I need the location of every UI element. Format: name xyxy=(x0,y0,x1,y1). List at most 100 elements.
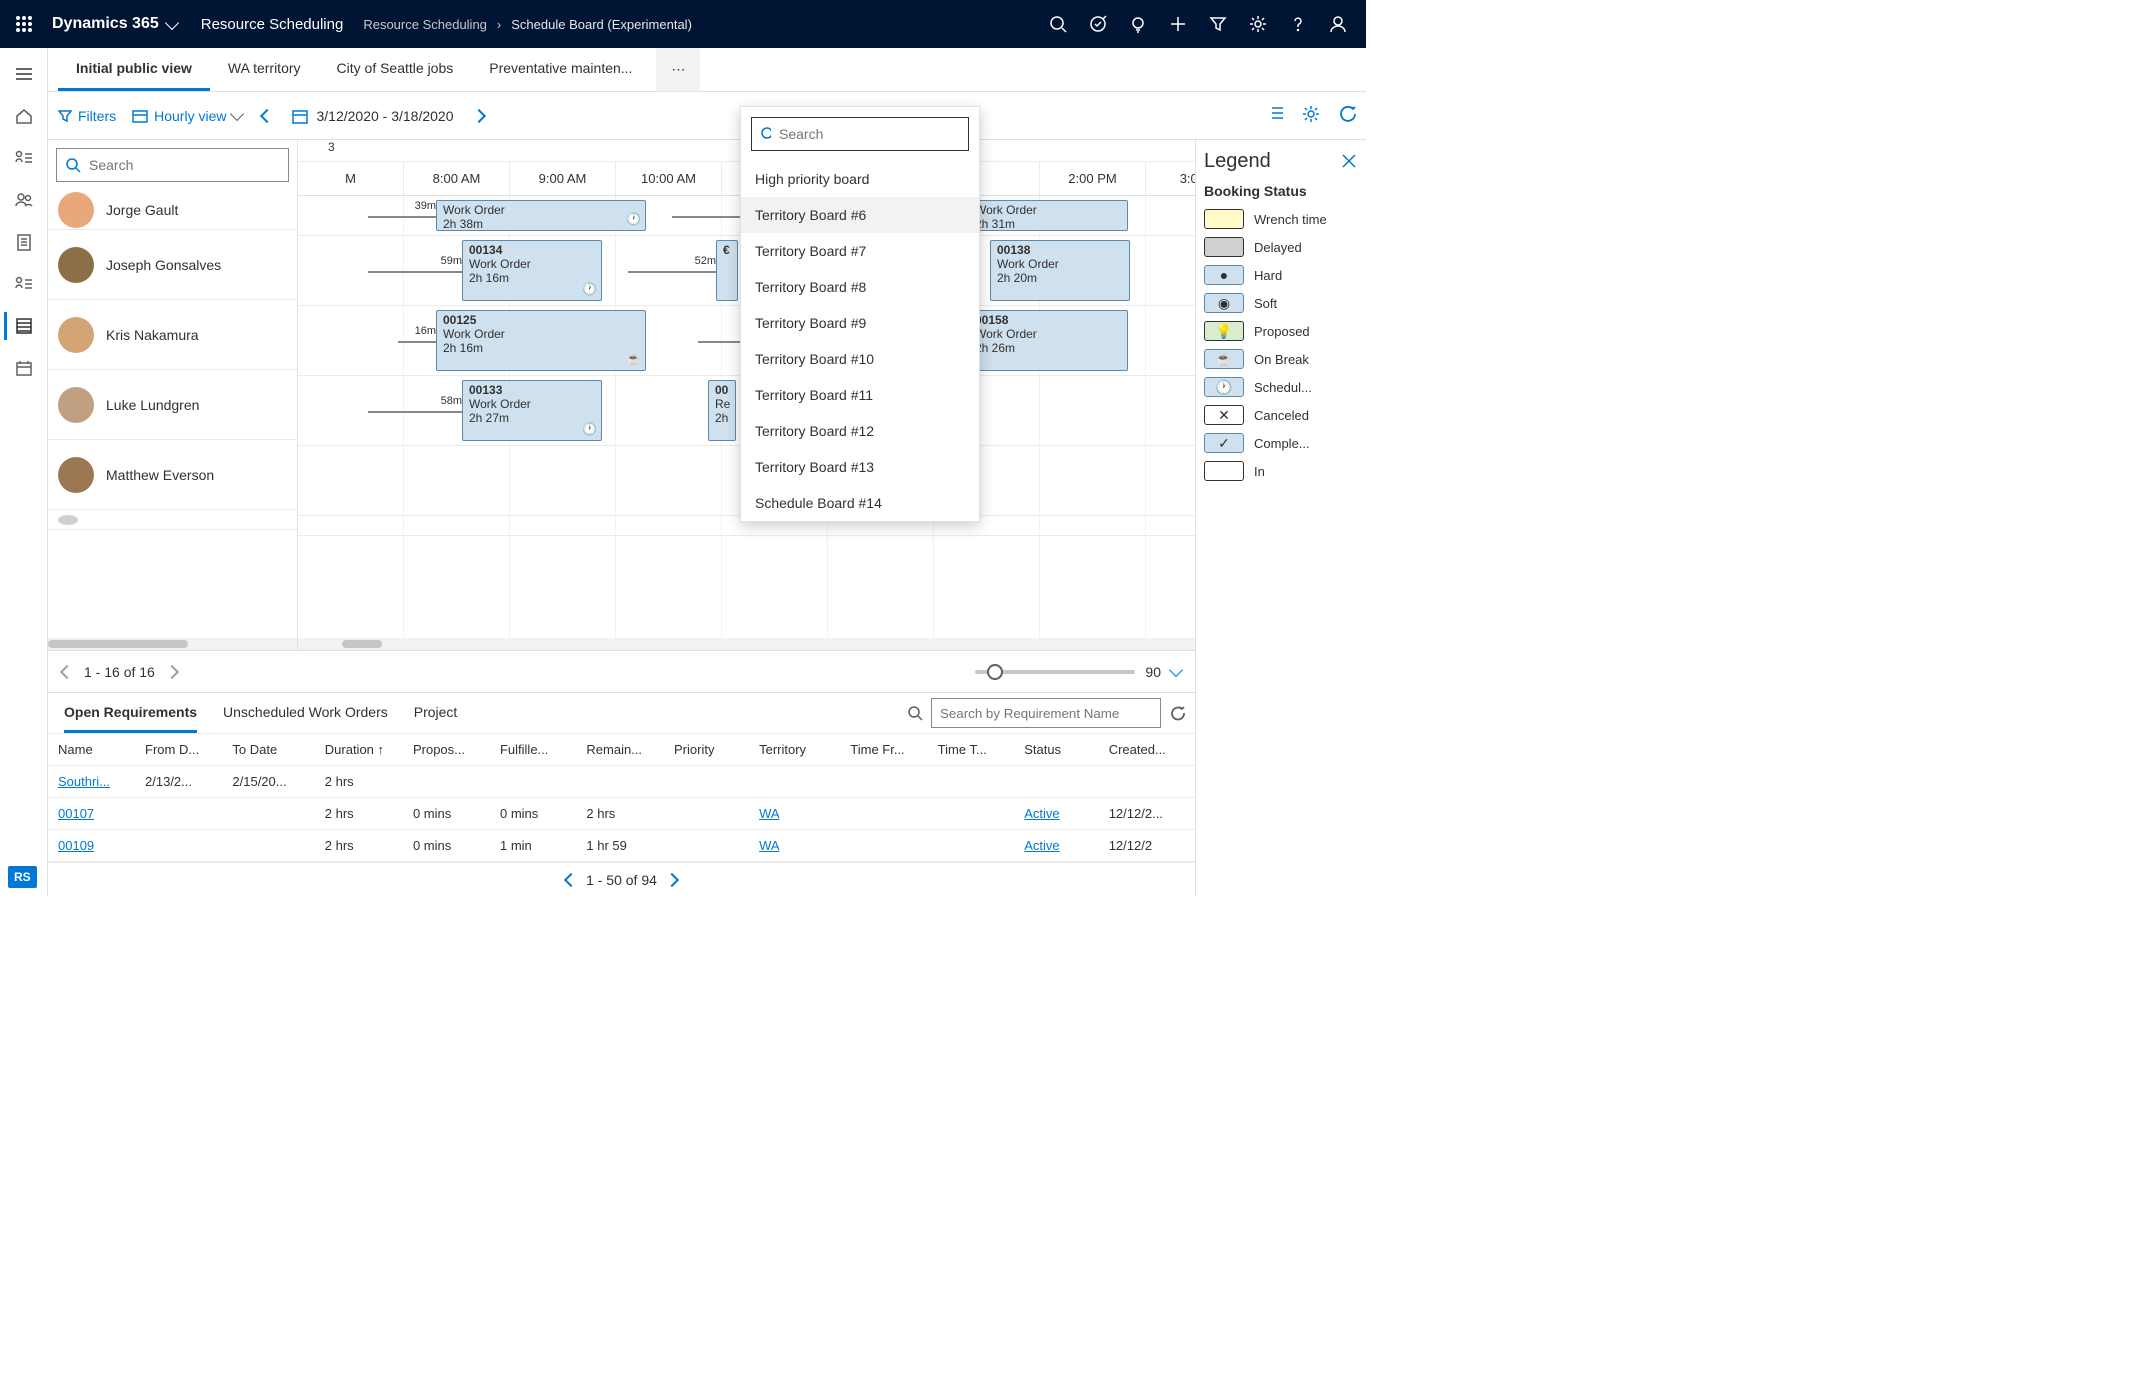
column-header[interactable]: Priority xyxy=(664,734,749,766)
timeline-hscrollbar[interactable] xyxy=(298,638,1195,650)
menu-toggle-icon[interactable] xyxy=(4,56,44,92)
column-header[interactable]: Status xyxy=(1014,734,1099,766)
board-picker-item[interactable]: Schedule Board #14 xyxy=(741,485,979,521)
resource-row[interactable]: Kris Nakamura xyxy=(48,300,297,370)
column-header[interactable]: Time T... xyxy=(928,734,1015,766)
resource-hscrollbar[interactable] xyxy=(48,638,297,650)
board-picker-item[interactable]: Territory Board #7 xyxy=(741,233,979,269)
bulb-icon[interactable] xyxy=(1118,0,1158,48)
board-picker-item[interactable]: Territory Board #6 xyxy=(741,197,979,233)
gear-icon[interactable] xyxy=(1238,0,1278,48)
add-icon[interactable] xyxy=(1158,0,1198,48)
booking-card[interactable]: 00Re2h xyxy=(708,380,736,441)
table-cell[interactable]: Active xyxy=(1014,798,1099,830)
booking-card[interactable]: € xyxy=(716,240,738,301)
board-picker-item[interactable]: Territory Board #10 xyxy=(741,341,979,377)
column-header[interactable]: From D... xyxy=(135,734,222,766)
board-picker-item[interactable]: Territory Board #8 xyxy=(741,269,979,305)
bpager-next[interactable] xyxy=(665,872,679,886)
task-icon[interactable] xyxy=(1078,0,1118,48)
btab-unscheduled[interactable]: Unscheduled Work Orders xyxy=(223,693,388,733)
table-cell[interactable]: Active xyxy=(1014,830,1099,862)
resource-row[interactable]: Matthew Everson xyxy=(48,440,297,510)
booking-card[interactable]: 00138Work Order2h 20m xyxy=(990,240,1130,301)
table-cell[interactable]: 00107 xyxy=(48,798,135,830)
home-icon[interactable] xyxy=(4,98,44,134)
search-icon[interactable] xyxy=(1038,0,1078,48)
zoom-control[interactable]: 90 xyxy=(975,664,1181,680)
table-cell[interactable]: WA xyxy=(749,798,840,830)
refresh-icon[interactable] xyxy=(1338,105,1356,126)
booking-card[interactable]: 00134Work Order2h 16m🕐 xyxy=(462,240,602,301)
booking-card[interactable]: Work Order2h 38m🕐 xyxy=(436,200,646,231)
resource-row[interactable] xyxy=(48,510,297,530)
schedule-board-icon[interactable] xyxy=(4,308,44,344)
refresh-icon[interactable] xyxy=(1169,705,1185,721)
table-row[interactable]: Southri...2/13/2...2/15/20...2 hrs xyxy=(48,766,1195,798)
tab-preventative[interactable]: Preventative mainten... xyxy=(471,48,650,91)
app-launcher-icon[interactable] xyxy=(8,8,40,40)
clipboard-icon[interactable] xyxy=(4,224,44,260)
booking-card[interactable]: Work Order2h 31m xyxy=(968,200,1128,231)
booking-card[interactable]: 00133Work Order2h 27m🕐 xyxy=(462,380,602,441)
people-icon[interactable] xyxy=(4,182,44,218)
btab-project[interactable]: Project xyxy=(414,693,458,733)
table-row[interactable]: 001072 hrs0 mins0 mins2 hrsWAActive12/12… xyxy=(48,798,1195,830)
contact-list-icon[interactable] xyxy=(4,266,44,302)
table-cell[interactable]: WA xyxy=(749,830,840,862)
btab-open[interactable]: Open Requirements xyxy=(64,693,197,733)
breadcrumb-parent[interactable]: Resource Scheduling xyxy=(363,17,487,32)
user-icon[interactable] xyxy=(1318,0,1358,48)
booking-card[interactable]: 00158Work Order2h 26m xyxy=(968,310,1128,371)
date-range[interactable]: 3/12/2020 - 3/18/2020 xyxy=(292,108,453,124)
board-picker-item[interactable]: Territory Board #9 xyxy=(741,305,979,341)
tab-wa[interactable]: WA territory xyxy=(210,48,319,91)
search-icon[interactable] xyxy=(907,705,923,721)
more-tabs-button[interactable]: ⋯ xyxy=(656,48,700,91)
table-cell[interactable]: 00109 xyxy=(48,830,135,862)
column-header[interactable]: To Date xyxy=(222,734,314,766)
prev-range-button[interactable] xyxy=(258,104,276,128)
column-header[interactable]: Created... xyxy=(1099,734,1195,766)
zoom-dropdown[interactable] xyxy=(1169,663,1183,677)
board-picker-item[interactable]: High priority board xyxy=(741,161,979,197)
tab-seattle[interactable]: City of Seattle jobs xyxy=(319,48,472,91)
calendar-icon[interactable] xyxy=(4,350,44,386)
rs-badge[interactable]: RS xyxy=(8,866,37,888)
tab-initial[interactable]: Initial public view xyxy=(58,48,210,91)
resource-search[interactable] xyxy=(56,148,289,182)
column-header[interactable]: Remain... xyxy=(576,734,664,766)
booking-card[interactable]: 00125Work Order2h 16m☕ xyxy=(436,310,646,371)
people-list-icon[interactable] xyxy=(4,140,44,176)
pager-next[interactable] xyxy=(165,664,179,678)
filter-icon[interactable] xyxy=(1198,0,1238,48)
board-picker-item[interactable]: Territory Board #13 xyxy=(741,449,979,485)
board-picker-item[interactable]: Territory Board #11 xyxy=(741,377,979,413)
bpager-prev[interactable] xyxy=(564,872,578,886)
filters-button[interactable]: Filters xyxy=(58,108,116,124)
column-header[interactable]: Fulfille... xyxy=(490,734,576,766)
app-name[interactable]: Dynamics 365 xyxy=(52,15,177,33)
column-header[interactable]: Territory xyxy=(749,734,840,766)
area-name[interactable]: Resource Scheduling xyxy=(201,16,344,33)
pager-prev[interactable] xyxy=(60,664,74,678)
requirement-search-input[interactable] xyxy=(931,698,1161,728)
table-cell[interactable]: Southri... xyxy=(48,766,135,798)
list-view-icon[interactable] xyxy=(1266,105,1284,126)
column-header[interactable]: Duration ↑ xyxy=(315,734,403,766)
resource-row[interactable]: Luke Lundgren xyxy=(48,370,297,440)
column-header[interactable]: Time Fr... xyxy=(840,734,927,766)
column-header[interactable]: Name xyxy=(48,734,135,766)
popover-search-input[interactable] xyxy=(779,126,960,142)
resource-search-input[interactable] xyxy=(89,157,280,173)
column-header[interactable]: Propos... xyxy=(403,734,490,766)
table-row[interactable]: 001092 hrs0 mins1 min1 hr 59WAActive12/1… xyxy=(48,830,1195,862)
view-selector[interactable]: Hourly view xyxy=(132,108,242,124)
settings-icon[interactable] xyxy=(1302,105,1320,126)
popover-search[interactable] xyxy=(751,117,969,151)
board-picker-item[interactable]: Territory Board #12 xyxy=(741,413,979,449)
next-range-button[interactable] xyxy=(470,104,488,128)
resource-row[interactable]: Joseph Gonsalves xyxy=(48,230,297,300)
resource-row[interactable]: Jorge Gault xyxy=(48,190,297,230)
close-icon[interactable] xyxy=(1340,152,1358,173)
